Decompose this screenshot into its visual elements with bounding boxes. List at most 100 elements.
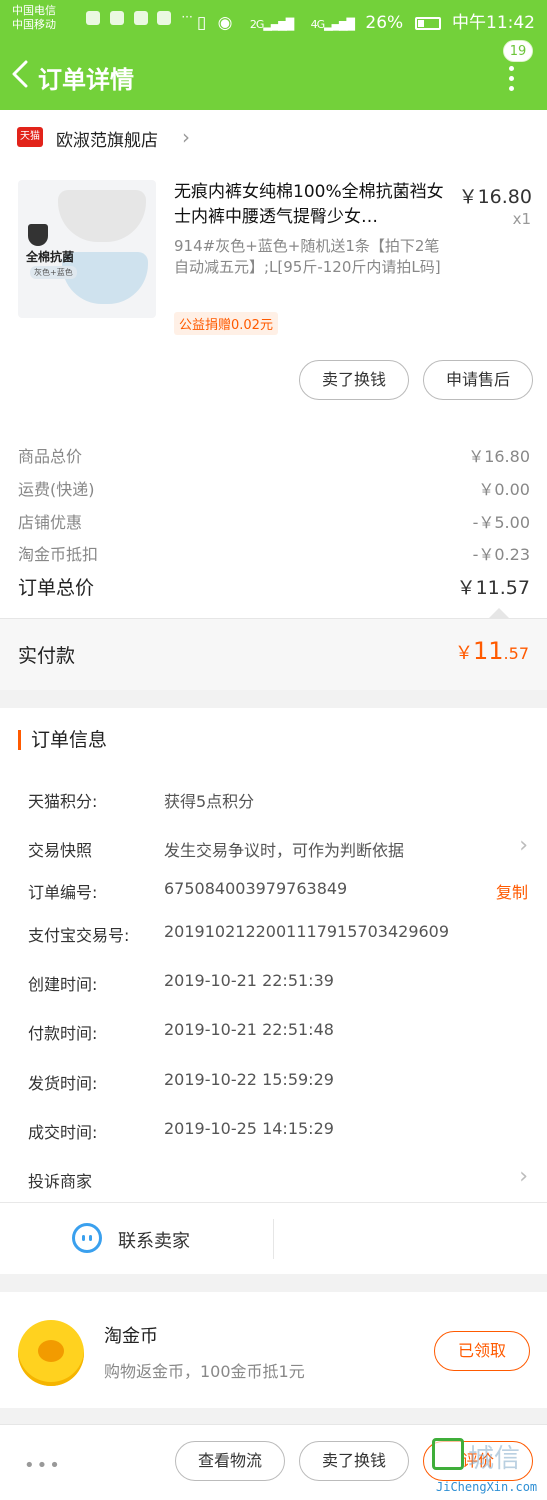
info-value: 2019-10-25 14:15:29 [164, 1119, 334, 1138]
status-bar: 中国电信 中国移动 ··· ▯ ◉ 2G▂▄▆█ 4G▂▄▆█ 26% 中午11… [0, 0, 547, 38]
paid-label: 实付款 [18, 645, 76, 667]
thumb-tag: 灰色+蓝色 [30, 266, 77, 279]
message-count-badge: 19 [503, 40, 533, 62]
info-label: 订单编号: [28, 883, 98, 902]
info-label: 成交时间: [28, 1123, 98, 1142]
taobao-coin-card: 淘金币 购物返金币，100金币抵1元 已领取 [0, 1292, 547, 1408]
gold-coin-icon [18, 1320, 84, 1386]
video-app-icon [133, 10, 148, 25]
notification-icons: ··· [86, 10, 199, 25]
clock: 中午11:42 [452, 13, 535, 33]
carrier-2: 中国移动 [12, 18, 56, 31]
chevron-right-icon: › [519, 833, 528, 858]
info-label: 交易快照 [28, 841, 93, 860]
info-value: 2019-10-21 22:51:39 [164, 971, 334, 990]
summary-label: 运费(快递) [18, 480, 95, 499]
summary-value: ￥0.00 [478, 480, 530, 499]
contact-seller-button[interactable]: 联系卖家 [118, 1227, 190, 1253]
resell-button-bottom[interactable]: 卖了换钱 [299, 1441, 409, 1481]
carrier-1: 中国电信 [12, 4, 56, 17]
paid-value: ￥11.57 [455, 637, 529, 665]
store-row[interactable]: 天猫 欧淑范旗舰店 › [0, 110, 547, 166]
info-label: 天猫积分: [28, 792, 98, 811]
product-quantity: x1 [512, 210, 531, 228]
info-value: 2019-10-22 15:59:29 [164, 1070, 334, 1089]
info-value: 2019102122001117915703429609 [164, 922, 450, 941]
view-logistics-button[interactable]: 查看物流 [175, 1441, 285, 1481]
info-label: 发货时间: [28, 1074, 98, 1093]
app-notification-icon [109, 10, 124, 25]
info-label: 创建时间: [28, 975, 98, 994]
info-value: 675084003979763849 [164, 879, 348, 898]
coin-title: 淘金币 [104, 1326, 158, 1347]
delivery-app-icon [157, 10, 172, 25]
order-item-card: 天猫 欧淑范旗舰店 › 全棉抗菌 灰色+蓝色 无痕内裤女纯棉100%全棉抗菌裆女… [0, 110, 547, 690]
page-title: 订单详情 [38, 66, 134, 94]
summary-value: ￥16.80 [468, 447, 530, 466]
summary-row: 商品总价 ￥16.80 [18, 443, 530, 467]
tmall-icon: 天猫 [17, 127, 43, 147]
nav-bar: 订单详情 19 [0, 40, 547, 104]
watermark-text: 城信 [468, 1444, 521, 1474]
system-status: ▯ ◉ 2G▂▄▆█ 4G▂▄▆█ 26% 中午11:42 [191, 8, 535, 33]
summary-label: 淘金币抵扣 [18, 545, 99, 564]
summary-label: 店铺优惠 [18, 513, 83, 532]
more-horizontal-icon[interactable]: ••• [24, 1455, 62, 1476]
watermark: 城信 JiChengXin.com [428, 1434, 547, 1500]
info-value: 发生交易争议时，可作为判断依据 [164, 841, 405, 860]
info-value: 2019-10-21 22:51:48 [164, 1020, 334, 1039]
chevron-right-icon: › [519, 1164, 528, 1189]
back-chevron-icon[interactable] [10, 60, 30, 88]
copy-button[interactable]: 复制 [496, 879, 528, 903]
charity-badge: 公益捐赠0.02元 [174, 312, 278, 335]
resell-button[interactable]: 卖了换钱 [299, 360, 409, 400]
blue-brief-graphic [62, 252, 148, 304]
wechat-icon [86, 10, 100, 25]
order-total-row: 订单总价 ￥11.57 [18, 573, 530, 600]
paid-int: 11 [473, 637, 504, 665]
product-price: ￥16.80 [458, 186, 532, 208]
more-menu-button[interactable]: 19 [497, 40, 533, 100]
watermark-logo-icon [432, 1438, 464, 1470]
chevron-right-icon: › [182, 125, 190, 149]
summary-row: 运费(快递) ￥0.00 [18, 476, 530, 500]
product-sku: 914#灰色+蓝色+随机送1条【拍下2笔自动减五元】;L[95斤-120斤内请拍… [174, 237, 441, 276]
gray-brief-graphic [58, 190, 146, 242]
order-total-value: ￥11.57 [456, 577, 530, 599]
order-total-label: 订单总价 [18, 577, 95, 599]
caret-up-icon [489, 608, 509, 618]
summary-label: 商品总价 [18, 447, 83, 466]
coin-description: 购物返金币，100金币抵1元 [104, 1362, 305, 1381]
info-label: 支付宝交易号: [28, 926, 130, 945]
thumb-label: 全棉抗菌 [26, 250, 75, 264]
divider [273, 1219, 274, 1259]
shield-icon [28, 224, 48, 246]
contact-bar: 联系卖家 [0, 1202, 547, 1274]
summary-row: 店铺优惠 -￥5.00 [18, 509, 530, 533]
chat-bubble-icon[interactable] [72, 1223, 102, 1253]
signal-icon-2: 4G▂▄▆█ [310, 18, 355, 31]
summary-value: -￥0.23 [472, 545, 530, 564]
vibrate-icon: ▯ [196, 13, 207, 33]
paid-amount-row: 实付款 ￥11.57 [0, 618, 547, 690]
watermark-url: JiChengXin.com [436, 1480, 538, 1494]
summary-row: 淘金币抵扣 -￥0.23 [18, 541, 530, 565]
carrier-info: 中国电信 中国移动 [12, 4, 56, 32]
eye-comfort-icon: ◉ [217, 13, 233, 33]
store-name[interactable]: 欧淑范旗舰店 [56, 126, 158, 151]
coin-claimed-button[interactable]: 已领取 [434, 1331, 530, 1371]
product-title[interactable]: 无痕内裤女纯棉100%全棉抗菌裆女士内裤中腰透气提臀少女… [174, 180, 450, 230]
battery-percent: 26% [365, 13, 404, 33]
info-label: 付款时间: [28, 1024, 98, 1043]
product-image[interactable]: 全棉抗菌 灰色+蓝色 [18, 180, 156, 318]
signal-icon-1: 2G▂▄▆█ [249, 18, 294, 31]
info-label: 投诉商家 [28, 1172, 93, 1191]
app-header: 中国电信 中国移动 ··· ▯ ◉ 2G▂▄▆█ 4G▂▄▆█ 26% 中午11… [0, 0, 547, 110]
order-info-title: 订单信息 [18, 730, 107, 750]
order-info-card: 订单信息 天猫积分: 获得5点积分 交易快照 发生交易争议时，可作为判断依据 ›… [0, 708, 547, 1274]
more-vertical-icon [509, 66, 515, 96]
after-sales-button[interactable]: 申请售后 [423, 360, 533, 400]
battery-icon [414, 16, 441, 30]
paid-dec: .57 [503, 644, 529, 663]
summary-value: -￥5.00 [472, 513, 530, 532]
